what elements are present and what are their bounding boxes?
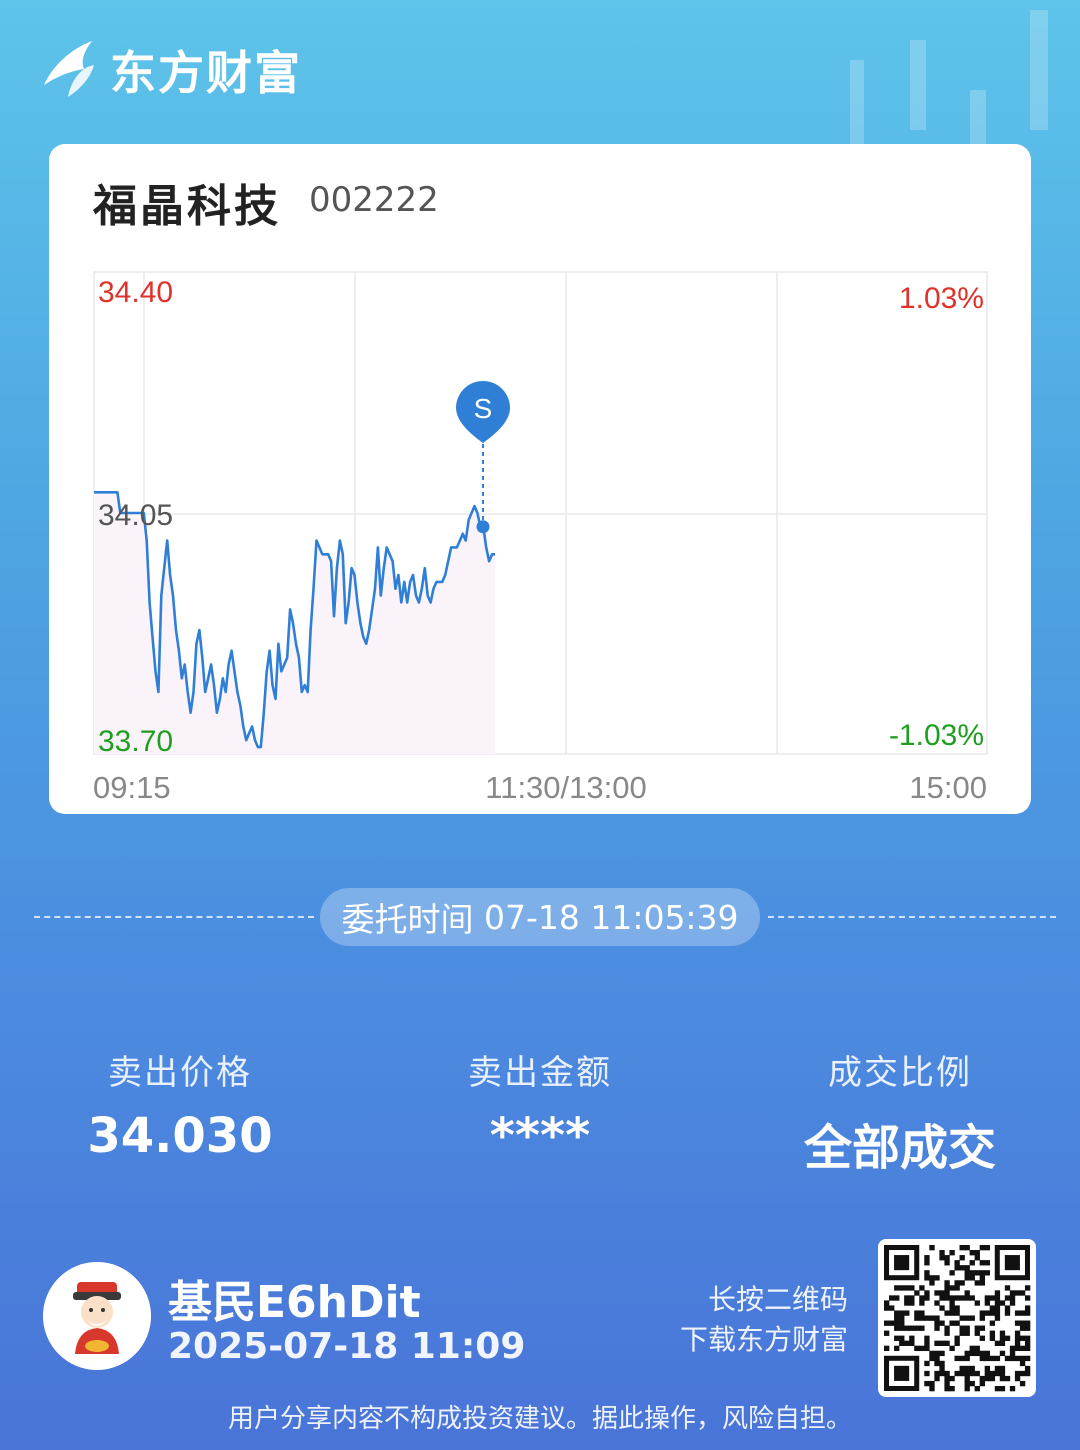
x-label-open: 09:15 xyxy=(93,770,171,805)
y-label-low: 33.70 xyxy=(98,725,173,758)
entrust-time-label: 委托时间 xyxy=(341,900,474,939)
x-label-midday: 11:30/13:00 xyxy=(485,770,646,805)
stat-fill-ratio-value: 全部成交 xyxy=(803,1120,996,1176)
app-logo: 东方财富 xyxy=(40,38,302,102)
stat-sell-amount: 卖出金额 **** xyxy=(390,1045,690,1164)
sell-marker-point xyxy=(476,520,490,534)
qr-hint: 长按二维码 下载东方财富 xyxy=(680,1280,848,1360)
qr-hint-line1: 长按二维码 xyxy=(707,1283,848,1316)
share-time: 2025-07-18 11:09 xyxy=(168,1326,526,1367)
pct-label-low: -1.03% xyxy=(889,719,984,752)
entrust-time-value: 07-18 11:05:39 xyxy=(483,897,739,937)
avatar[interactable] xyxy=(43,1262,151,1370)
y-label-mid: 34.05 xyxy=(98,499,173,532)
brand-name: 东方财富 xyxy=(110,46,302,100)
entrust-time-row: 委托时间 07-18 11:05:39 xyxy=(0,888,1080,946)
stat-sell-price-value: 34.030 xyxy=(87,1108,273,1164)
sell-marker[interactable]: S xyxy=(456,381,510,534)
fortune-god-avatar-icon xyxy=(43,1262,151,1370)
stat-sell-price-label: 卖出价格 xyxy=(108,1053,252,1093)
sell-marker-label: S xyxy=(474,393,493,424)
intraday-price-chart: 34.40 34.05 33.70 1.03% -1.03% 09:15 11:… xyxy=(93,271,988,805)
dashed-divider-right xyxy=(768,916,1056,918)
qr-hint-line2: 下载东方财富 xyxy=(679,1323,848,1356)
dashed-divider-left xyxy=(34,916,314,918)
qr-code[interactable] xyxy=(878,1239,1036,1397)
stock-chart-card: 福晶科技 002222 34.40 34.05 33.70 1.03% -1.0… xyxy=(49,144,1031,814)
user-name[interactable]: 基民E6hDit xyxy=(168,1266,421,1330)
eastmoney-logo-icon xyxy=(44,41,94,97)
x-label-close: 15:00 xyxy=(909,770,987,805)
stat-sell-price: 卖出价格 34.030 xyxy=(30,1045,330,1164)
disclaimer: 用户分享内容不构成投资建议。据此操作，风险自担。 xyxy=(227,1404,852,1434)
stat-sell-amount-value: **** xyxy=(489,1108,591,1164)
stat-fill-ratio-label: 成交比例 xyxy=(828,1053,972,1093)
y-label-high: 34.40 xyxy=(98,276,173,309)
pct-label-high: 1.03% xyxy=(899,282,984,315)
stat-fill-ratio: 成交比例 全部成交 xyxy=(750,1045,1050,1178)
qr-code-icon xyxy=(884,1245,1031,1392)
entrust-time-pill: 委托时间 07-18 11:05:39 xyxy=(320,888,760,946)
stat-sell-amount-label: 卖出金额 xyxy=(468,1053,612,1093)
